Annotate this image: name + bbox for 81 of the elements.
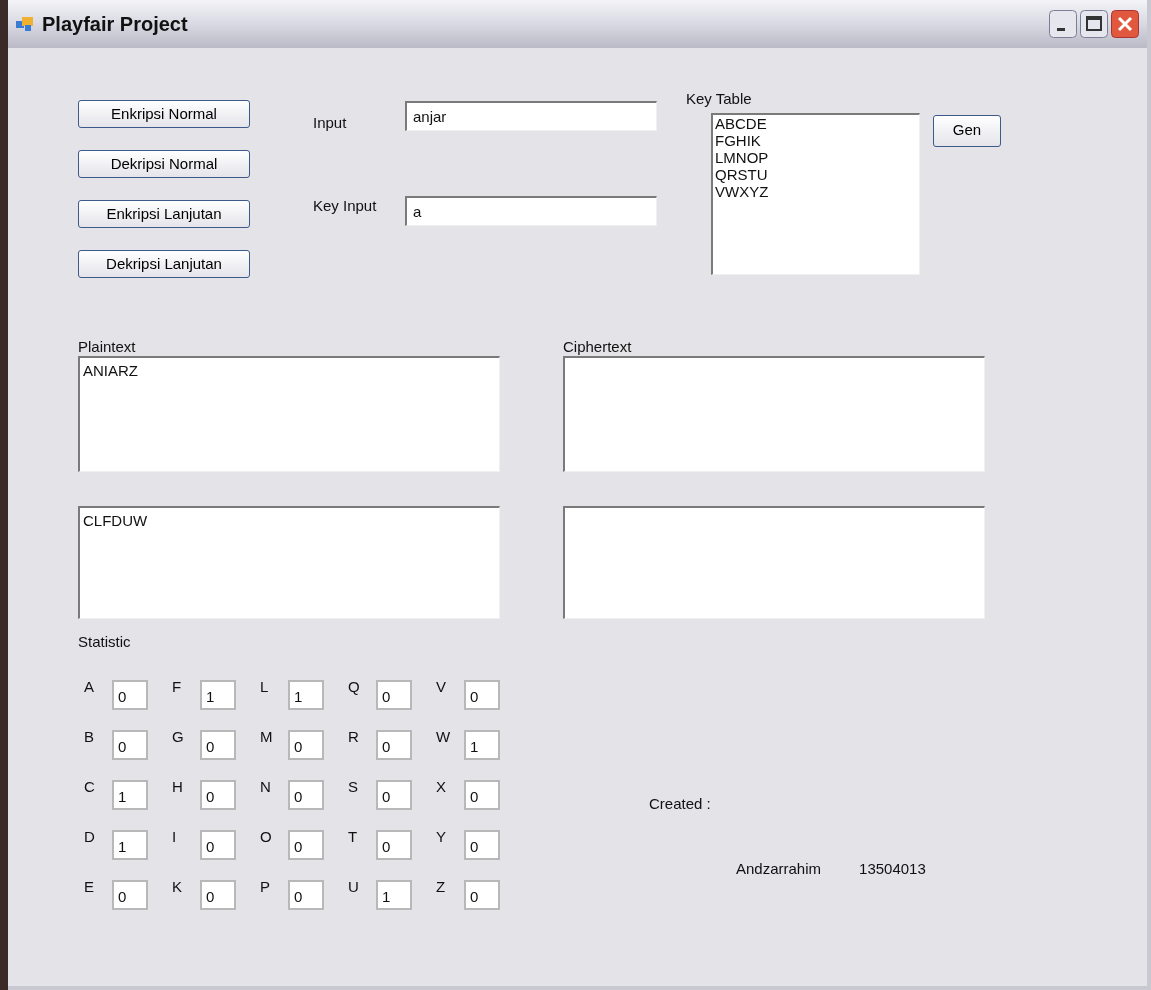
letter-label: A bbox=[83, 676, 95, 697]
letter-label: M bbox=[259, 726, 274, 747]
statistic-label: Statistic bbox=[78, 632, 132, 652]
input-field[interactable]: anjar bbox=[405, 101, 657, 131]
ciphertext-field[interactable] bbox=[563, 356, 985, 472]
key-table-list[interactable]: ABCDE FGHIK LMNOP QRSTU VWXYZ bbox=[711, 112, 920, 275]
count-field: 0 bbox=[288, 879, 324, 910]
gen-button[interactable]: Gen bbox=[933, 114, 1001, 147]
key-table-label: Key Table bbox=[686, 89, 753, 109]
minimize-icon[interactable] bbox=[1049, 10, 1077, 38]
letter-label: Q bbox=[347, 676, 361, 697]
count-field: 0 bbox=[464, 679, 500, 710]
letter-label: O bbox=[259, 826, 273, 847]
letter-label: N bbox=[259, 776, 272, 797]
letter-label: H bbox=[171, 776, 184, 797]
count-field: 1 bbox=[112, 829, 148, 860]
close-icon[interactable] bbox=[1111, 10, 1139, 38]
letter-label: I bbox=[171, 826, 178, 847]
letter-label: F bbox=[171, 676, 183, 697]
key-table-row-text: QRSTU bbox=[715, 165, 769, 183]
letter-label: D bbox=[83, 826, 96, 847]
student-id: 13504013 bbox=[859, 858, 926, 879]
letter-label: C bbox=[83, 776, 96, 797]
count-field: 1 bbox=[288, 679, 324, 710]
text-field[interactable] bbox=[563, 506, 985, 619]
count-field: 0 bbox=[376, 679, 412, 710]
letter-label: Y bbox=[435, 826, 447, 847]
count-field: 1 bbox=[200, 679, 236, 710]
plaintext-field[interactable]: ANIARZ bbox=[78, 356, 500, 472]
count-field: 0 bbox=[112, 879, 148, 910]
key-input-label: Key Input bbox=[313, 195, 378, 216]
count-field: 1 bbox=[464, 729, 500, 760]
count-field: 0 bbox=[288, 729, 324, 760]
letter-label: S bbox=[347, 776, 359, 797]
letter-label: B bbox=[83, 726, 95, 747]
count-field: 0 bbox=[376, 829, 412, 860]
letter-label: Z bbox=[435, 876, 447, 897]
letter-label: G bbox=[171, 726, 185, 747]
count-field: 1 bbox=[112, 779, 148, 810]
count-field: 0 bbox=[376, 729, 412, 760]
count-field: 0 bbox=[464, 879, 500, 910]
count-field: 0 bbox=[464, 829, 500, 860]
maximize-icon[interactable] bbox=[1080, 10, 1108, 38]
letter-label: E bbox=[83, 876, 95, 897]
author-name: Andzarrahim bbox=[736, 858, 822, 879]
letter-label: P bbox=[259, 876, 271, 897]
action-button[interactable]: Enkripsi Lanjutan bbox=[78, 200, 250, 228]
count-field: 1 bbox=[376, 879, 412, 910]
count-field: 0 bbox=[376, 779, 412, 810]
key-input-field[interactable]: a bbox=[405, 196, 657, 226]
result-field[interactable]: CLFDUW bbox=[78, 506, 500, 619]
letter-label: X bbox=[435, 776, 447, 797]
letter-label: W bbox=[435, 726, 452, 747]
letter-label: L bbox=[259, 676, 270, 697]
count-field: 0 bbox=[464, 779, 500, 810]
key-table-row-text: LMNOP bbox=[715, 148, 770, 166]
input-label: Input bbox=[313, 112, 348, 133]
count-field: 0 bbox=[288, 779, 324, 810]
count-field: 0 bbox=[288, 829, 324, 860]
key-table-row-text: FGHIK bbox=[715, 131, 762, 149]
count-field: 0 bbox=[200, 779, 236, 810]
action-button[interactable]: Enkripsi Normal bbox=[78, 100, 250, 128]
ciphertext-label: Ciphertext bbox=[563, 337, 633, 354]
count-field: 0 bbox=[200, 829, 236, 860]
created-label: Created : bbox=[649, 794, 712, 814]
action-button[interactable]: Dekripsi Lanjutan bbox=[78, 250, 250, 278]
window-title: Playfair Project bbox=[42, 12, 188, 37]
count-field: 0 bbox=[200, 879, 236, 910]
count-field: 0 bbox=[112, 679, 148, 710]
count-field: 0 bbox=[112, 729, 148, 760]
letter-label: U bbox=[347, 876, 360, 897]
app-icon bbox=[16, 16, 34, 32]
plaintext-label: Plaintext bbox=[78, 337, 137, 354]
count-field: 0 bbox=[200, 729, 236, 760]
key-table-row-text: ABCDE bbox=[715, 114, 768, 132]
letter-label: R bbox=[347, 726, 360, 747]
key-table-row-text: VWXYZ bbox=[715, 182, 770, 200]
letter-label: V bbox=[435, 676, 447, 697]
letter-label: T bbox=[347, 826, 359, 847]
action-button[interactable]: Dekripsi Normal bbox=[78, 150, 250, 178]
letter-label: K bbox=[171, 876, 183, 897]
